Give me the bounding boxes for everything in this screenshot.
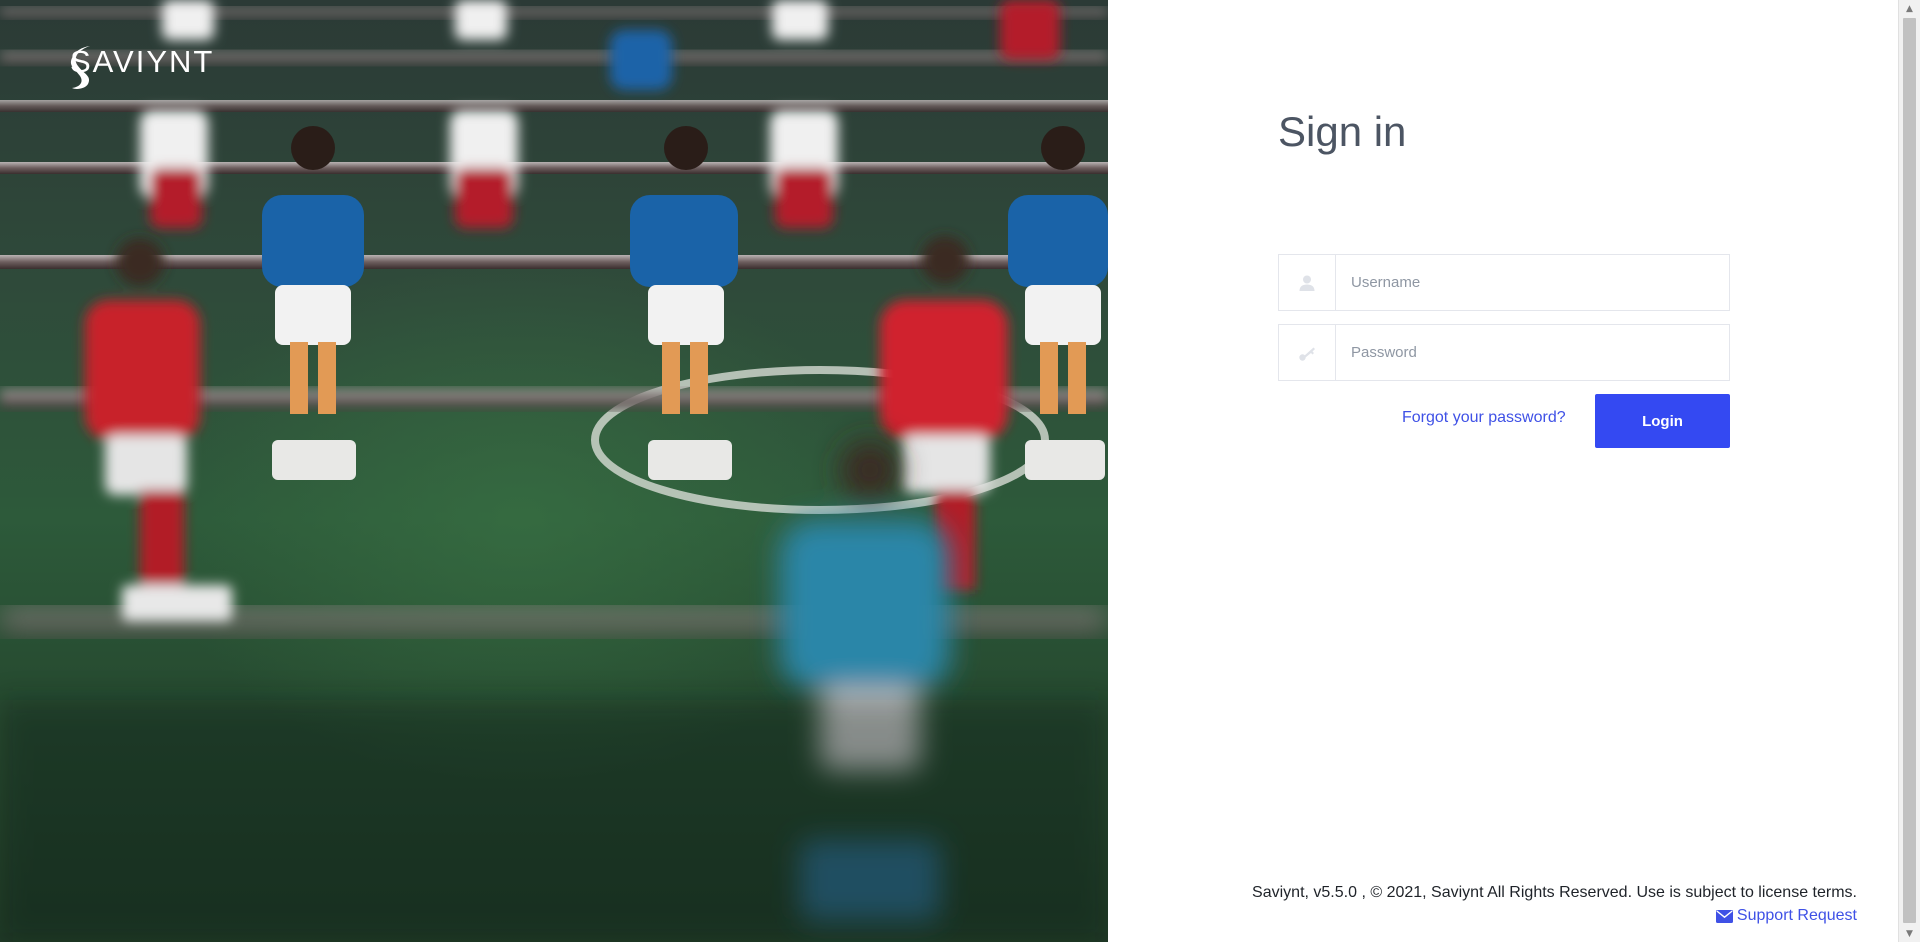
password-input[interactable] [1336,325,1729,380]
username-input[interactable] [1336,255,1729,310]
support-request-label: Support Request [1736,907,1857,924]
user-icon [1299,275,1315,291]
support-request-link[interactable]: Support Request [1715,907,1857,925]
password-addon [1279,325,1336,380]
foosball-illustration [0,0,1108,942]
logo-s-mark-icon [70,46,90,89]
footer-copyright: Saviynt, v5.5.0 , © 2021, Saviynt All Ri… [1252,884,1857,901]
username-field [1278,254,1730,311]
page-title: Sign in [1278,108,1407,155]
envelope-icon [1715,909,1733,923]
username-addon [1279,255,1336,310]
password-field [1278,324,1730,381]
scroll-down-arrow-icon[interactable]: ▼ [1899,925,1920,942]
hero-image: SAVIYNT [0,0,1108,942]
scroll-up-arrow-icon[interactable]: ▲ [1899,0,1920,17]
saviynt-logo: SAVIYNT [68,44,214,89]
key-icon [1299,347,1315,361]
login-panel: Sign in Forgot your password? Login Savi… [1108,0,1898,942]
scrollbar-thumb[interactable] [1903,18,1916,923]
vertical-scrollbar[interactable]: ▲ ▼ [1898,0,1920,942]
forgot-password-link[interactable]: Forgot your password? [1402,409,1566,427]
login-button[interactable]: Login [1595,394,1730,448]
login-page: SAVIYNT Sign in Forgot your pass [0,0,1920,942]
